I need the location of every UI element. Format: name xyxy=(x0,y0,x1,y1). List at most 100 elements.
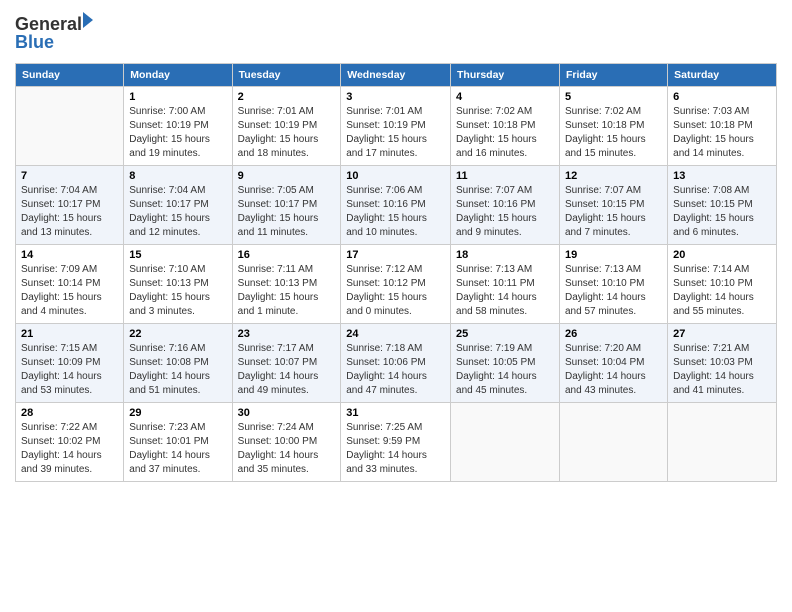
day-number: 13 xyxy=(673,170,771,182)
column-header-tuesday: Tuesday xyxy=(232,64,341,87)
day-info: Sunrise: 7:19 AMSunset: 10:05 PMDaylight… xyxy=(456,342,554,398)
day-number: 2 xyxy=(238,91,336,103)
day-info: Sunrise: 7:04 AMSunset: 10:17 PMDaylight… xyxy=(129,184,226,240)
day-info: Sunrise: 7:10 AMSunset: 10:13 PMDaylight… xyxy=(129,263,226,319)
day-info: Sunrise: 7:17 AMSunset: 10:07 PMDaylight… xyxy=(238,342,336,398)
day-number: 23 xyxy=(238,328,336,340)
day-info: Sunrise: 7:07 AMSunset: 10:16 PMDaylight… xyxy=(456,184,554,240)
calendar-cell: 25 Sunrise: 7:19 AMSunset: 10:05 PMDaylig… xyxy=(451,324,560,403)
day-info: Sunrise: 7:01 AMSunset: 10:19 PMDaylight… xyxy=(238,105,336,161)
day-number: 9 xyxy=(238,170,336,182)
day-info: Sunrise: 7:04 AMSunset: 10:17 PMDaylight… xyxy=(21,184,118,240)
day-info: Sunrise: 7:08 AMSunset: 10:15 PMDaylight… xyxy=(673,184,771,240)
day-number: 24 xyxy=(346,328,445,340)
day-number: 28 xyxy=(21,407,118,419)
day-number: 25 xyxy=(456,328,554,340)
calendar-cell: 26 Sunrise: 7:20 AMSunset: 10:04 PMDaylig… xyxy=(559,324,667,403)
calendar-cell: 14Sunrise: 7:09 AMSunset: 10:14 PMDaylig… xyxy=(16,245,124,324)
day-info: Sunrise: 7:15 AMSunset: 10:09 PMDaylight… xyxy=(21,342,118,398)
column-header-sunday: Sunday xyxy=(16,64,124,87)
calendar-cell xyxy=(16,87,124,166)
day-info: Sunrise: 7:09 AMSunset: 10:14 PMDaylight… xyxy=(21,263,118,319)
day-info: Sunrise: 7:12 AMSunset: 10:12 PMDaylight… xyxy=(346,263,445,319)
day-number: 22 xyxy=(129,328,226,340)
calendar-cell: 20 Sunrise: 7:14 AMSunset: 10:10 PMDaylig… xyxy=(668,245,777,324)
day-info: Sunrise: 7:22 AMSunset: 10:02 PMDaylight… xyxy=(21,421,118,477)
day-info: Sunrise: 7:21 AMSunset: 10:03 PMDaylight… xyxy=(673,342,771,398)
day-number: 30 xyxy=(238,407,336,419)
day-info: Sunrise: 7:07 AMSunset: 10:15 PMDaylight… xyxy=(565,184,662,240)
calendar-cell xyxy=(668,403,777,482)
day-number: 12 xyxy=(565,170,662,182)
day-info: Sunrise: 7:06 AMSunset: 10:16 PMDaylight… xyxy=(346,184,445,240)
day-info: Sunrise: 7:13 AMSunset: 10:10 PMDaylight… xyxy=(565,263,662,319)
day-info: Sunrise: 7:16 AMSunset: 10:08 PMDaylight… xyxy=(129,342,226,398)
calendar-week-4: 21 Sunrise: 7:15 AMSunset: 10:09 PMDaylig… xyxy=(16,324,777,403)
calendar-cell: 1 Sunrise: 7:00 AMSunset: 10:19 PMDayligh… xyxy=(124,87,232,166)
calendar-cell: 7 Sunrise: 7:04 AMSunset: 10:17 PMDayligh… xyxy=(16,166,124,245)
day-number: 7 xyxy=(21,170,118,182)
column-header-wednesday: Wednesday xyxy=(341,64,451,87)
day-info: Sunrise: 7:14 AMSunset: 10:10 PMDaylight… xyxy=(673,263,771,319)
day-info: Sunrise: 7:03 AMSunset: 10:18 PMDaylight… xyxy=(673,105,771,161)
calendar-cell: 27 Sunrise: 7:21 AMSunset: 10:03 PMDaylig… xyxy=(668,324,777,403)
column-header-friday: Friday xyxy=(559,64,667,87)
calendar-cell: 23 Sunrise: 7:17 AMSunset: 10:07 PMDaylig… xyxy=(232,324,341,403)
day-info: Sunrise: 7:05 AMSunset: 10:17 PMDaylight… xyxy=(238,184,336,240)
calendar-cell: 28 Sunrise: 7:22 AMSunset: 10:02 PMDaylig… xyxy=(16,403,124,482)
day-number: 29 xyxy=(129,407,226,419)
day-number: 6 xyxy=(673,91,771,103)
calendar-cell: 19 Sunrise: 7:13 AMSunset: 10:10 PMDaylig… xyxy=(559,245,667,324)
calendar-cell: 18Sunrise: 7:13 AMSunset: 10:11 PMDaylig… xyxy=(451,245,560,324)
calendar-cell: 5 Sunrise: 7:02 AMSunset: 10:18 PMDayligh… xyxy=(559,87,667,166)
header: GeneralBlue xyxy=(15,10,777,55)
day-number: 8 xyxy=(129,170,226,182)
day-number: 31 xyxy=(346,407,445,419)
day-number: 20 xyxy=(673,249,771,261)
calendar-cell: 9 Sunrise: 7:05 AMSunset: 10:17 PMDayligh… xyxy=(232,166,341,245)
svg-text:Blue: Blue xyxy=(15,32,54,52)
day-info: Sunrise: 7:02 AMSunset: 10:18 PMDaylight… xyxy=(565,105,662,161)
column-header-thursday: Thursday xyxy=(451,64,560,87)
calendar-cell: 22 Sunrise: 7:16 AMSunset: 10:08 PMDaylig… xyxy=(124,324,232,403)
calendar-cell: 21 Sunrise: 7:15 AMSunset: 10:09 PMDaylig… xyxy=(16,324,124,403)
day-number: 3 xyxy=(346,91,445,103)
day-number: 26 xyxy=(565,328,662,340)
calendar-table: SundayMondayTuesdayWednesdayThursdayFrid… xyxy=(15,63,777,482)
calendar-header-row: SundayMondayTuesdayWednesdayThursdayFrid… xyxy=(16,64,777,87)
day-number: 4 xyxy=(456,91,554,103)
calendar-cell: 16Sunrise: 7:11 AMSunset: 10:13 PMDaylig… xyxy=(232,245,341,324)
day-number: 21 xyxy=(21,328,118,340)
logo-svg: GeneralBlue xyxy=(15,10,105,55)
day-number: 15 xyxy=(129,249,226,261)
day-info: Sunrise: 7:25 AMSunset: 9:59 PMDaylight:… xyxy=(346,421,445,477)
column-header-monday: Monday xyxy=(124,64,232,87)
day-number: 17 xyxy=(346,249,445,261)
day-info: Sunrise: 7:24 AMSunset: 10:00 PMDaylight… xyxy=(238,421,336,477)
day-number: 10 xyxy=(346,170,445,182)
day-info: Sunrise: 7:18 AMSunset: 10:06 PMDaylight… xyxy=(346,342,445,398)
calendar-week-3: 14Sunrise: 7:09 AMSunset: 10:14 PMDaylig… xyxy=(16,245,777,324)
calendar-week-1: 1 Sunrise: 7:00 AMSunset: 10:19 PMDayligh… xyxy=(16,87,777,166)
calendar-cell xyxy=(451,403,560,482)
day-number: 16 xyxy=(238,249,336,261)
calendar-cell: 12 Sunrise: 7:07 AMSunset: 10:15 PMDaylig… xyxy=(559,166,667,245)
day-number: 5 xyxy=(565,91,662,103)
day-number: 19 xyxy=(565,249,662,261)
day-info: Sunrise: 7:20 AMSunset: 10:04 PMDaylight… xyxy=(565,342,662,398)
day-info: Sunrise: 7:01 AMSunset: 10:19 PMDaylight… xyxy=(346,105,445,161)
calendar-cell: 2 Sunrise: 7:01 AMSunset: 10:19 PMDayligh… xyxy=(232,87,341,166)
svg-text:General: General xyxy=(15,14,82,34)
calendar-cell: 30 Sunrise: 7:24 AMSunset: 10:00 PMDaylig… xyxy=(232,403,341,482)
calendar-cell: 4Sunrise: 7:02 AMSunset: 10:18 PMDayligh… xyxy=(451,87,560,166)
logo: GeneralBlue xyxy=(15,10,105,55)
day-number: 27 xyxy=(673,328,771,340)
calendar-cell: 6 Sunrise: 7:03 AMSunset: 10:18 PMDayligh… xyxy=(668,87,777,166)
day-number: 1 xyxy=(129,91,226,103)
day-number: 18 xyxy=(456,249,554,261)
calendar-cell: 13 Sunrise: 7:08 AMSunset: 10:15 PMDaylig… xyxy=(668,166,777,245)
day-info: Sunrise: 7:00 AMSunset: 10:19 PMDaylight… xyxy=(129,105,226,161)
column-header-saturday: Saturday xyxy=(668,64,777,87)
calendar-cell xyxy=(559,403,667,482)
calendar-cell: 10 Sunrise: 7:06 AMSunset: 10:16 PMDaylig… xyxy=(341,166,451,245)
